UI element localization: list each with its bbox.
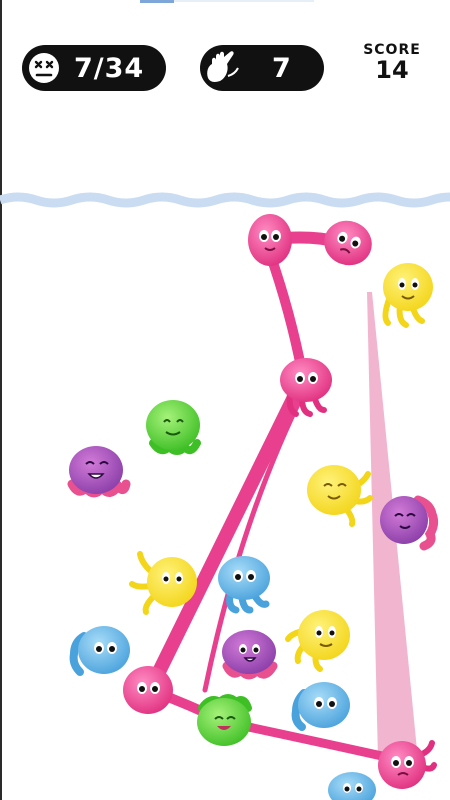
jelly-green[interactable]	[146, 400, 201, 455]
jelly-blue[interactable]	[328, 772, 376, 800]
jelly-yellow[interactable]	[285, 610, 350, 672]
jelly-purple[interactable]	[67, 446, 131, 498]
jelly-pink[interactable]	[280, 358, 332, 417]
jelly-pink[interactable]	[123, 666, 173, 714]
jelly-pink[interactable]	[248, 214, 292, 266]
jelly-blue[interactable]	[291, 682, 350, 731]
jelly-green[interactable]	[197, 694, 252, 746]
jelly-pink[interactable]	[378, 740, 437, 789]
jelly-purple[interactable]	[222, 630, 278, 680]
jelly-pink[interactable]	[318, 214, 378, 272]
game-board[interactable]	[0, 0, 450, 800]
water-surface	[0, 192, 450, 208]
jelly-blue[interactable]	[69, 626, 130, 676]
jelly-yellow[interactable]	[307, 465, 373, 527]
jelly-yellow[interactable]	[382, 263, 433, 328]
